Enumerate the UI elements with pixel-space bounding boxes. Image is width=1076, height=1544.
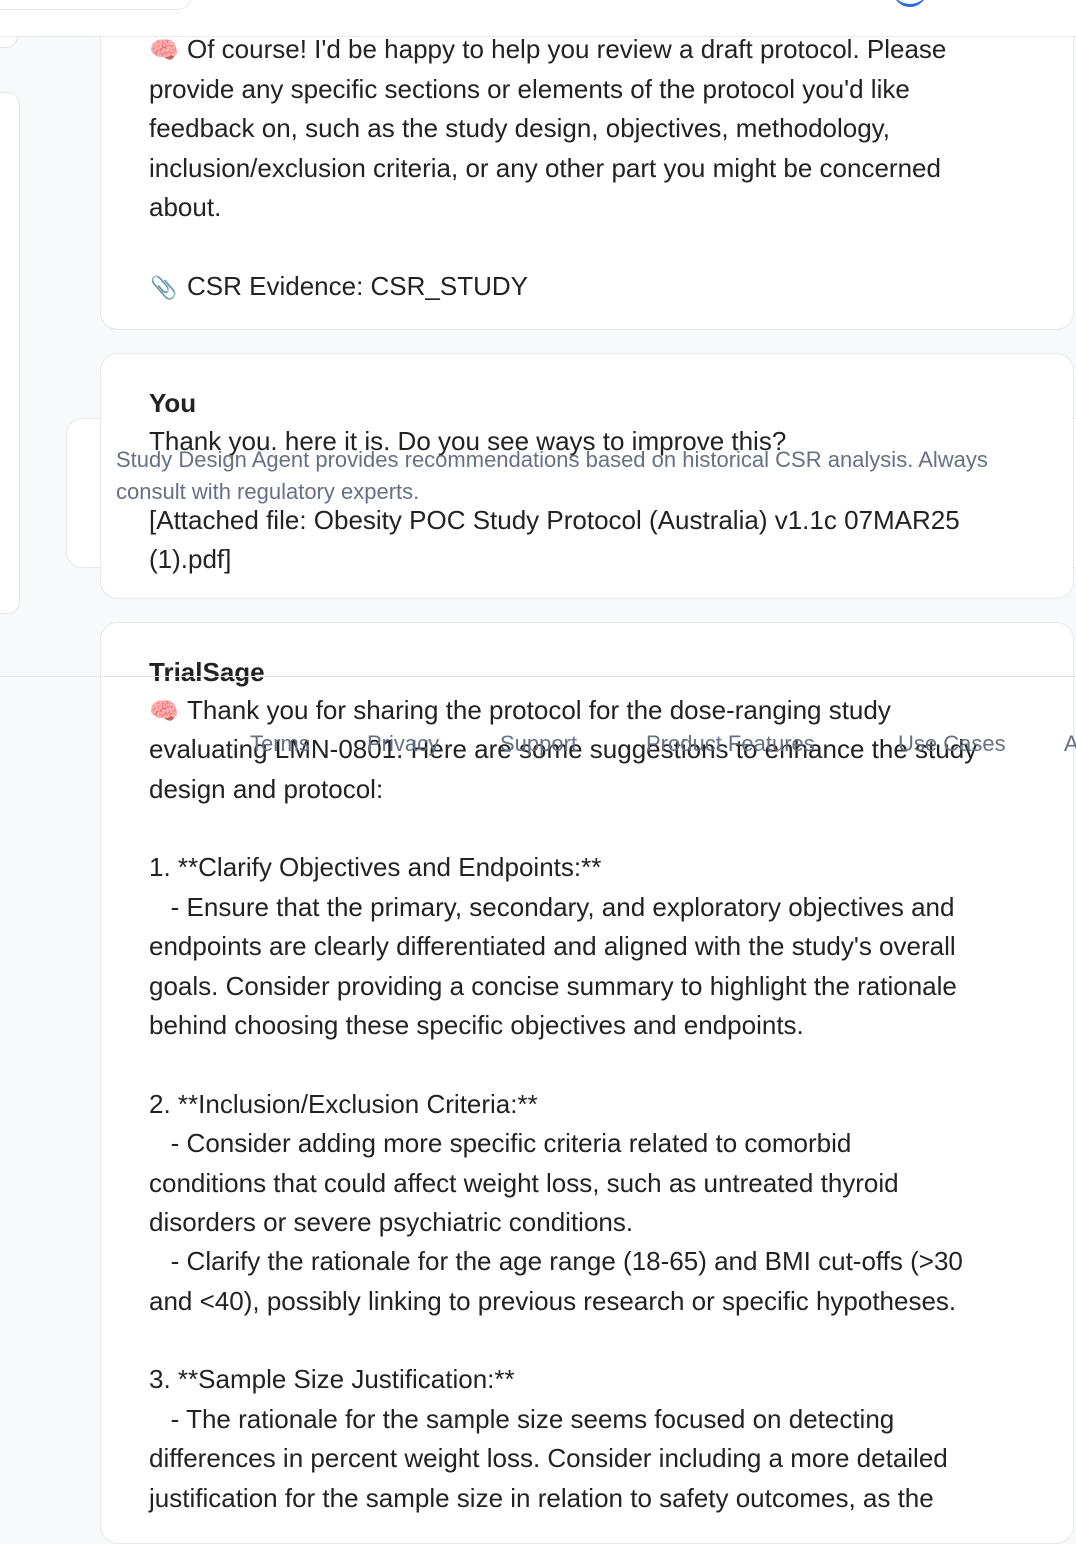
- assistant-message-card: TrialSage 🧠 Thank you for sharing the pro…: [100, 622, 1074, 1544]
- message-line: inclusion/exclusion criteria, or any oth…: [149, 153, 941, 183]
- evidence-line: 📎 CSR Evidence: CSR_STUDY: [149, 267, 528, 307]
- sender-name: You: [149, 388, 197, 418]
- message-line: feedback on, such as the study design, o…: [149, 113, 890, 143]
- footer-link-privacy[interactable]: Privacy: [367, 731, 439, 757]
- message-line: - The rationale for the sample size seem…: [149, 1404, 895, 1434]
- message-line: 1. **Clarify Objectives and Endpoints:**: [149, 852, 602, 882]
- message-line: 🧠 Thank you for sharing the protocol for …: [149, 691, 891, 731]
- message-line: 3. **Sample Size Justification:**: [149, 1364, 515, 1394]
- disclaimer-line: Study Design Agent provides recommendati…: [116, 447, 988, 472]
- assistant-message-card: 🧠 Of course! I'd be happy to help you rev…: [100, 0, 1074, 330]
- avatar[interactable]: [893, 0, 927, 7]
- footer-link-product-features[interactable]: Product Features: [646, 731, 815, 757]
- message-line: - Clarify the rationale for the age rang…: [149, 1246, 963, 1276]
- footer-link-use-cases[interactable]: Use Cases: [898, 731, 1006, 757]
- footer-link-truncated[interactable]: A: [1064, 731, 1076, 757]
- message-line: and <40), possibly linking to previous r…: [149, 1286, 957, 1316]
- footer-divider: [0, 676, 1076, 677]
- message-line: differences in percent weight loss. Cons…: [149, 1443, 948, 1473]
- paperclip-icon: 📎: [150, 275, 178, 300]
- attachment-line[interactable]: (1).pdf]: [149, 540, 231, 579]
- search-pill[interactable]: [0, 0, 192, 10]
- footer-link-terms[interactable]: Terms: [250, 731, 310, 757]
- disclaimer-text: Study Design Agent provides recommendati…: [116, 444, 1056, 508]
- brain-icon: 🧠: [149, 698, 179, 725]
- message-line: - Consider adding more specific criteria…: [149, 1128, 852, 1158]
- message-line: justification for the sample size in rel…: [149, 1483, 934, 1513]
- message-line: endpoints are clearly differentiated and…: [149, 931, 956, 961]
- sender-name: TrialSage: [149, 657, 265, 687]
- message-line: about.: [149, 192, 222, 222]
- message-line: - Ensure that the primary, secondary, an…: [149, 892, 955, 922]
- top-bar: [0, 0, 1076, 37]
- message-line: behind choosing these specific objective…: [149, 1010, 804, 1040]
- footer-link-support[interactable]: Support: [500, 731, 577, 757]
- side-panel: [0, 92, 20, 614]
- message-line: provide any specific sections or element…: [149, 74, 910, 104]
- message-line: conditions that could affect weight loss…: [149, 1168, 899, 1198]
- disclaimer-line: consult with regulatory experts.: [116, 479, 420, 504]
- message-line: design and protocol:: [149, 774, 384, 804]
- message-line: 2. **Inclusion/Exclusion Criteria:**: [149, 1089, 538, 1119]
- message-line: goals. Consider providing a concise summ…: [149, 971, 957, 1001]
- message-line: disorders or severe psychiatric conditio…: [149, 1207, 634, 1237]
